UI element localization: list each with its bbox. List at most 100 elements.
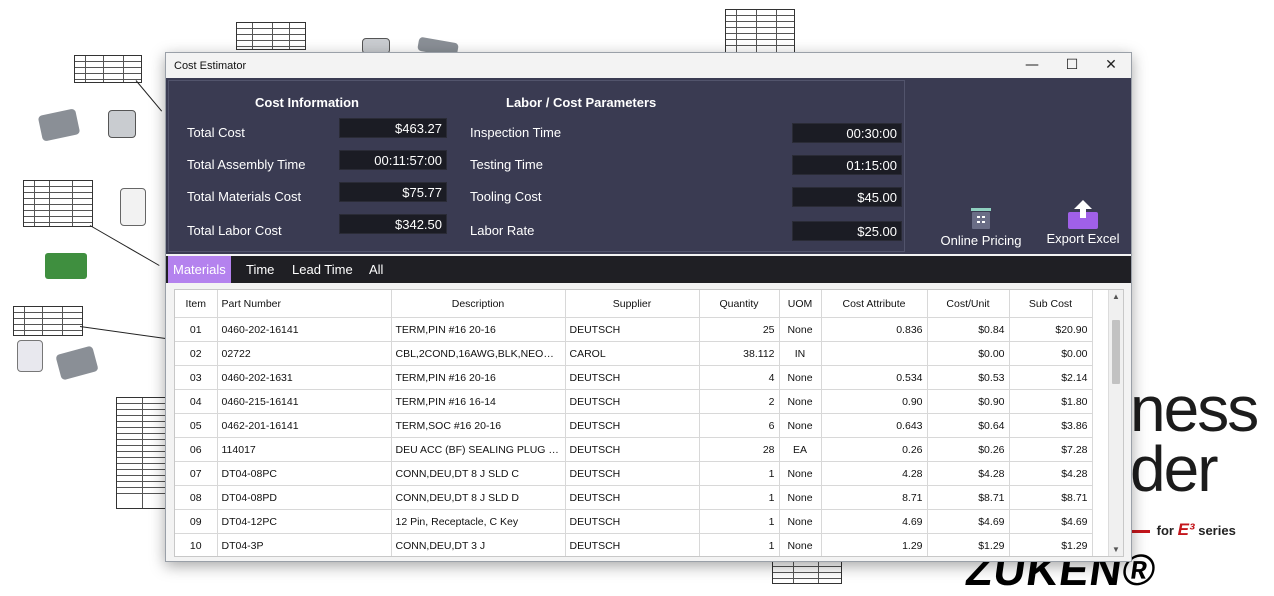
table-row[interactable]: 09 DT04-12PC 12 Pin, Receptacle, C Key DEUT… <box>175 509 1093 534</box>
cell-item[interactable]: 04 <box>175 389 218 414</box>
cell-sub-cost[interactable]: $8.71 <box>1009 485 1093 510</box>
cell-description[interactable]: TERM,PIN #16 20-16 <box>391 317 566 342</box>
cell-part-number[interactable]: 0460-215-16141 <box>217 389 392 414</box>
cell-part-number[interactable]: 0460-202-1631 <box>217 365 392 390</box>
cell-cost-attribute[interactable]: 4.28 <box>821 461 928 486</box>
cell-uom[interactable]: None <box>779 389 822 414</box>
cell-quantity[interactable]: 1 <box>699 509 780 534</box>
column-header-sub-cost[interactable]: Sub Cost <box>1009 290 1093 318</box>
column-header-cost-unit[interactable]: Cost/Unit <box>927 290 1010 318</box>
cell-cost-unit[interactable]: $1.29 <box>927 533 1010 556</box>
cell-item[interactable]: 05 <box>175 413 218 438</box>
cell-sub-cost[interactable]: $2.14 <box>1009 365 1093 390</box>
cell-supplier[interactable]: DEUTSCH <box>565 389 700 414</box>
cell-sub-cost[interactable]: $3.86 <box>1009 413 1093 438</box>
inspection-time-input[interactable]: 00:30:00 <box>792 123 902 143</box>
vertical-scrollbar[interactable]: ▲ ▼ <box>1108 290 1123 556</box>
cell-item[interactable]: 10 <box>175 533 218 556</box>
cell-uom[interactable]: None <box>779 317 822 342</box>
cell-description[interactable]: CONN,DEU,DT 3 J <box>391 533 566 556</box>
cell-supplier[interactable]: DEUTSCH <box>565 437 700 462</box>
testing-time-input[interactable]: 01:15:00 <box>792 155 902 175</box>
column-header-description[interactable]: Description <box>391 290 566 318</box>
cell-cost-attribute[interactable]: 0.90 <box>821 389 928 414</box>
cell-sub-cost[interactable]: $0.00 <box>1009 341 1093 366</box>
cell-cost-attribute[interactable]: 8.71 <box>821 485 928 510</box>
scroll-up-icon[interactable]: ▲ <box>1109 292 1123 301</box>
cell-cost-attribute[interactable] <box>821 341 928 366</box>
export-excel-button[interactable]: Export Excel <box>1040 198 1126 252</box>
cell-part-number[interactable]: DT04-08PC <box>217 461 392 486</box>
maximize-button[interactable]: ☐ <box>1053 53 1091 78</box>
cell-description[interactable]: CONN,DEU,DT 8 J SLD D <box>391 485 566 510</box>
cell-item[interactable]: 09 <box>175 509 218 534</box>
cell-part-number[interactable]: DT04-3P <box>217 533 392 556</box>
tab-materials[interactable]: Materials <box>168 256 231 283</box>
online-pricing-button[interactable]: Online Pricing <box>938 206 1024 252</box>
cell-quantity[interactable]: 38.112 <box>699 341 780 366</box>
cell-quantity[interactable]: 6 <box>699 413 780 438</box>
column-header-cost-attribute[interactable]: Cost Attribute <box>821 290 928 318</box>
cell-item[interactable]: 06 <box>175 437 218 462</box>
table-row[interactable]: 08 DT04-08PD CONN,DEU,DT 8 J SLD D DEUTSCH 1… <box>175 485 1093 510</box>
cell-cost-attribute[interactable]: 0.836 <box>821 317 928 342</box>
column-header-quantity[interactable]: Quantity <box>699 290 780 318</box>
tooling-cost-input[interactable]: $45.00 <box>792 187 902 207</box>
cell-uom[interactable]: IN <box>779 341 822 366</box>
cell-supplier[interactable]: DEUTSCH <box>565 413 700 438</box>
cell-sub-cost[interactable]: $20.90 <box>1009 317 1093 342</box>
scrollbar-thumb[interactable] <box>1112 320 1120 384</box>
cell-cost-unit[interactable]: $0.00 <box>927 341 1010 366</box>
cell-part-number[interactable]: 02722 <box>217 341 392 366</box>
table-row[interactable]: 04 0460-215-16141 TERM,PIN #16 16-14 DEUTSC… <box>175 389 1093 414</box>
cell-quantity[interactable]: 4 <box>699 365 780 390</box>
cell-quantity[interactable]: 2 <box>699 389 780 414</box>
column-header-item[interactable]: Item <box>175 290 218 318</box>
cell-uom[interactable]: None <box>779 365 822 390</box>
cell-part-number[interactable]: DT04-08PD <box>217 485 392 510</box>
tab-lead-time[interactable]: Lead Time <box>287 256 358 283</box>
cell-cost-unit[interactable]: $4.69 <box>927 509 1010 534</box>
cell-description[interactable]: DEU ACC (BF) SEALING PLUG 12... <box>391 437 566 462</box>
cell-quantity[interactable]: 1 <box>699 485 780 510</box>
title-bar[interactable]: Cost Estimator — ☐ ✕ <box>166 53 1131 78</box>
labor-rate-input[interactable]: $25.00 <box>792 221 902 241</box>
cell-cost-unit[interactable]: $0.26 <box>927 437 1010 462</box>
column-header-part-number[interactable]: Part Number <box>217 290 392 318</box>
cell-quantity[interactable]: 28 <box>699 437 780 462</box>
cell-item[interactable]: 03 <box>175 365 218 390</box>
cell-uom[interactable]: None <box>779 461 822 486</box>
cell-cost-attribute[interactable]: 0.26 <box>821 437 928 462</box>
cell-description[interactable]: 12 Pin, Receptacle, C Key <box>391 509 566 534</box>
cell-supplier[interactable]: DEUTSCH <box>565 509 700 534</box>
cell-description[interactable]: TERM,PIN #16 16-14 <box>391 389 566 414</box>
cell-item[interactable]: 01 <box>175 317 218 342</box>
table-row[interactable]: 06 114017 DEU ACC (BF) SEALING PLUG 12... D… <box>175 437 1093 462</box>
cell-uom[interactable]: None <box>779 413 822 438</box>
cell-sub-cost[interactable]: $7.28 <box>1009 437 1093 462</box>
cell-cost-unit[interactable]: $0.53 <box>927 365 1010 390</box>
cell-part-number[interactable]: 114017 <box>217 437 392 462</box>
cell-uom[interactable]: None <box>779 509 822 534</box>
cell-uom[interactable]: EA <box>779 437 822 462</box>
cell-item[interactable]: 07 <box>175 461 218 486</box>
cell-part-number[interactable]: 0462-201-16141 <box>217 413 392 438</box>
cell-cost-unit[interactable]: $0.84 <box>927 317 1010 342</box>
tab-time[interactable]: Time <box>241 256 279 283</box>
cell-description[interactable]: CBL,2COND,16AWG,BLK,NEOPRE... <box>391 341 566 366</box>
cell-item[interactable]: 08 <box>175 485 218 510</box>
cell-part-number[interactable]: 0460-202-16141 <box>217 317 392 342</box>
cell-cost-attribute[interactable]: 1.29 <box>821 533 928 556</box>
cell-sub-cost[interactable]: $4.69 <box>1009 509 1093 534</box>
cell-sub-cost[interactable]: $4.28 <box>1009 461 1093 486</box>
cell-sub-cost[interactable]: $1.80 <box>1009 389 1093 414</box>
cell-uom[interactable]: None <box>779 485 822 510</box>
cell-supplier[interactable]: DEUTSCH <box>565 461 700 486</box>
scroll-down-icon[interactable]: ▼ <box>1109 545 1123 554</box>
cell-sub-cost[interactable]: $1.29 <box>1009 533 1093 556</box>
cell-cost-attribute[interactable]: 0.534 <box>821 365 928 390</box>
cell-quantity[interactable]: 1 <box>699 533 780 556</box>
cell-cost-unit[interactable]: $8.71 <box>927 485 1010 510</box>
cell-quantity[interactable]: 1 <box>699 461 780 486</box>
cell-part-number[interactable]: DT04-12PC <box>217 509 392 534</box>
